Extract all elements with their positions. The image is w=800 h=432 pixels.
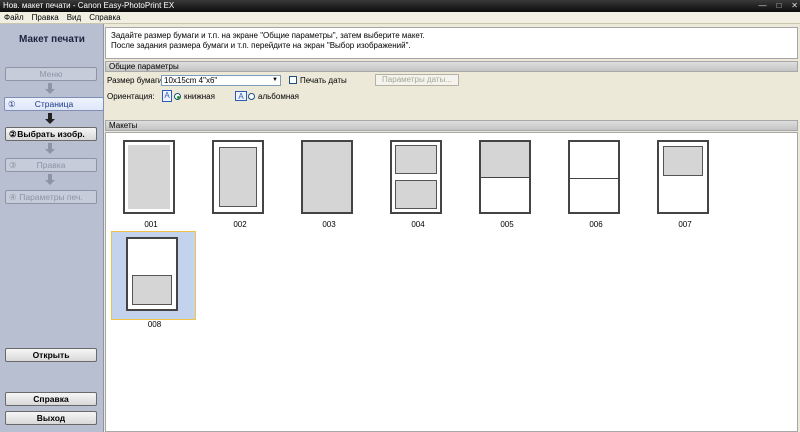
title-bar: Нов. макет печати - Canon Easy-PhotoPrin…: [0, 0, 800, 12]
window-title: Нов. макет печати - Canon Easy-PhotoPrin…: [3, 1, 175, 10]
step-select-images-label: Выбрать изобр.: [17, 129, 85, 139]
step-page-label: Страница: [34, 99, 74, 109]
layout-tile-007[interactable]: 007: [645, 136, 725, 229]
layout-thumbnail: [657, 140, 709, 214]
portrait-radio[interactable]: [174, 93, 181, 100]
layouts-header: Макеты: [105, 120, 798, 131]
layout-label: 002: [233, 220, 247, 229]
layout-thumbnail: [479, 140, 531, 214]
general-settings-panel: Размер бумаги: 10x15cm 4"x6" ▼ Печать да…: [105, 73, 798, 117]
main-panel: Задайте размер бумаги и т.п. на экране "…: [105, 24, 800, 432]
step-menu-button[interactable]: Меню: [5, 67, 97, 81]
minimize-icon[interactable]: —: [758, 1, 766, 11]
layout-tile-006[interactable]: 006: [556, 136, 636, 229]
instructions-line-2: После задания размера бумаги и т.п. пере…: [111, 41, 411, 50]
layout-label: 004: [411, 220, 425, 229]
layout-tile-004[interactable]: 004: [378, 136, 458, 229]
step-arrow-icon: [45, 83, 55, 95]
layout-label: 005: [500, 220, 514, 229]
step-print-settings-number: ④: [9, 192, 17, 202]
step-menu-label: Меню: [39, 69, 63, 79]
instructions-line-1: Задайте размер бумаги и т.п. на экране "…: [111, 31, 425, 40]
paper-size-select[interactable]: 10x15cm 4"x6" ▼: [161, 75, 281, 86]
layout-label: 001: [144, 220, 158, 229]
portrait-orientation-icon: A: [162, 90, 172, 102]
menu-help[interactable]: Справка: [85, 12, 124, 23]
layout-tile-005[interactable]: 005: [467, 136, 547, 229]
landscape-orientation-icon: A: [235, 91, 247, 101]
layout-label: 008: [147, 320, 162, 329]
layout-tile-003[interactable]: 003: [289, 136, 369, 229]
layout-thumbnail: [301, 140, 353, 214]
step-select-images-number: ②: [9, 129, 17, 139]
menu-edit[interactable]: Правка: [28, 12, 63, 23]
general-settings-header: Общие параметры: [105, 61, 798, 72]
paper-size-label: Размер бумаги:: [107, 76, 165, 85]
layout-thumbnail: [568, 140, 620, 214]
step-arrow-icon: [45, 174, 55, 186]
layout-label: 007: [678, 220, 692, 229]
paper-size-value: 10x15cm 4"x6": [164, 76, 218, 85]
help-button[interactable]: Справка: [5, 392, 97, 406]
chevron-down-icon[interactable]: ▼: [270, 76, 280, 85]
layout-thumbnail: [126, 237, 178, 311]
close-icon[interactable]: ✕: [791, 1, 798, 11]
step-arrow-icon: [45, 113, 55, 125]
layout-tile-001[interactable]: 001: [111, 136, 191, 229]
sidebar: Макет печати Меню ① Страница ② Выбрать и…: [0, 24, 104, 432]
step-print-settings-label: Параметры печ.: [19, 192, 83, 202]
sidebar-title: Макет печати: [19, 34, 85, 45]
menu-file[interactable]: Файл: [0, 12, 28, 23]
step-select-images-button[interactable]: ② Выбрать изобр.: [5, 127, 97, 141]
step-edit-label: Правка: [36, 160, 66, 170]
orientation-label: Ориентация:: [107, 92, 155, 101]
layout-thumbnail: [123, 140, 175, 214]
open-button[interactable]: Открыть: [5, 348, 97, 362]
landscape-label: альбомная: [258, 92, 300, 101]
print-date-label: Печать даты: [300, 76, 347, 85]
layout-thumbnail: [212, 140, 264, 214]
step-arrow-icon: [45, 143, 55, 155]
layout-label: 006: [589, 220, 603, 229]
step-edit-button[interactable]: ③ Правка: [5, 158, 97, 172]
instructions-box: Задайте размер бумаги и т.п. на экране "…: [105, 27, 798, 59]
step-print-settings-button[interactable]: ④ Параметры печ.: [5, 190, 97, 204]
maximize-icon[interactable]: □: [776, 1, 781, 11]
layout-label: 003: [322, 220, 336, 229]
step-page-number: ①: [8, 99, 16, 109]
menu-bar: Файл Правка Вид Справка: [0, 12, 800, 24]
print-date-checkbox[interactable]: [289, 76, 297, 84]
landscape-radio[interactable]: [248, 93, 255, 100]
portrait-label: книжная: [184, 92, 215, 101]
menu-view[interactable]: Вид: [63, 12, 85, 23]
step-page-button[interactable]: ① Страница: [4, 97, 104, 111]
layout-thumbnail: [390, 140, 442, 214]
layouts-panel: 001 002 003 004 005 006 007 008: [105, 132, 798, 432]
exit-button[interactable]: Выход: [5, 411, 97, 425]
layout-tile-008[interactable]: 008: [111, 231, 196, 329]
step-edit-number: ③: [9, 160, 17, 170]
date-settings-button[interactable]: Параметры даты...: [375, 74, 459, 86]
layout-tile-002[interactable]: 002: [200, 136, 280, 229]
